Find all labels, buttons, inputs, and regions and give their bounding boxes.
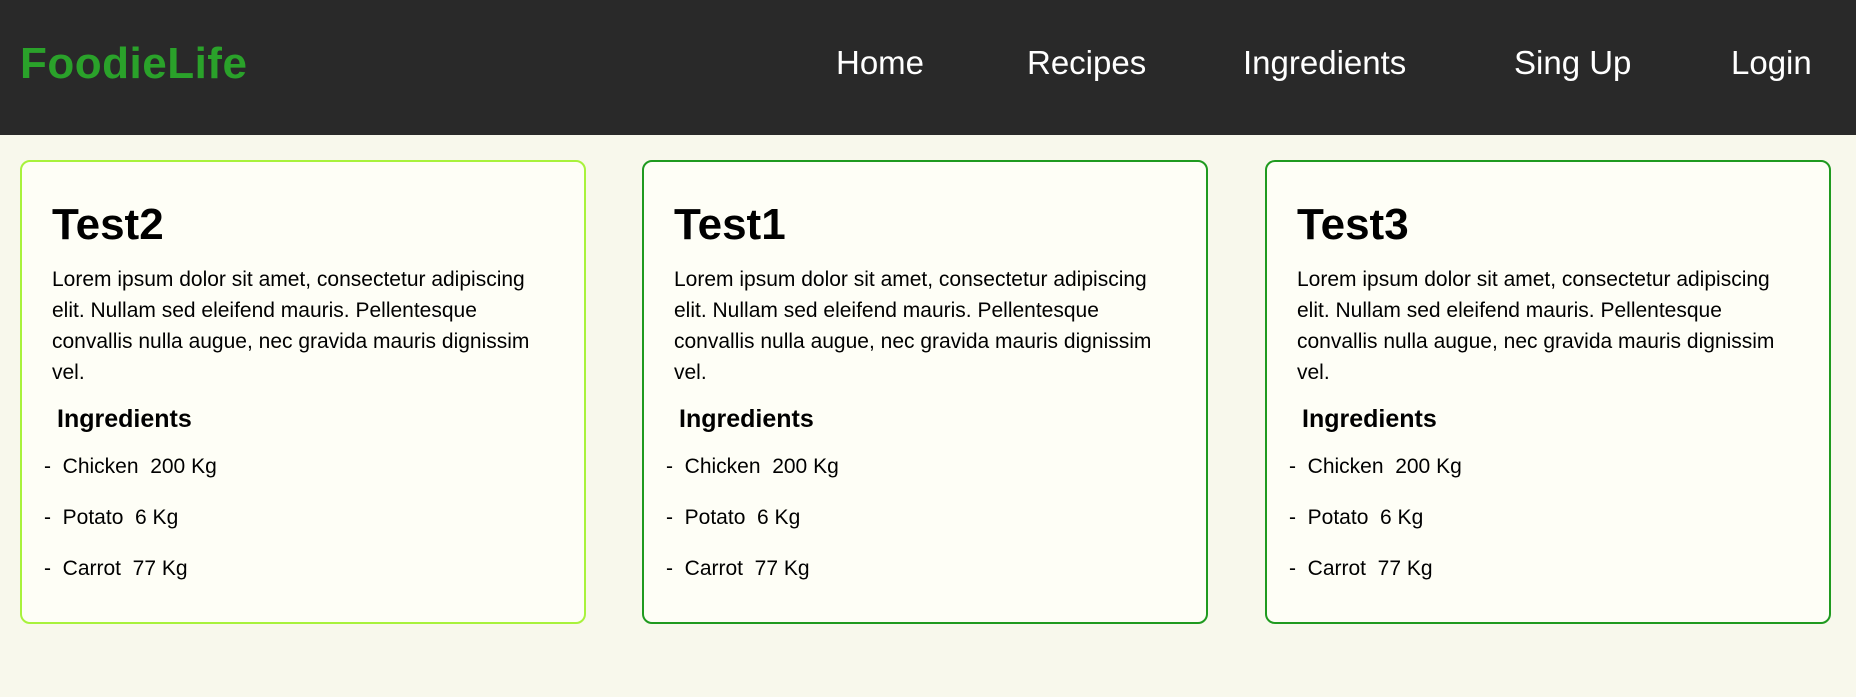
ingredient-item: - Carrot 77 Kg (44, 557, 188, 580)
nav-link-sign-up[interactable]: Sing Up (1514, 40, 1631, 86)
ingredient-item: - Potato 6 Kg (44, 506, 179, 529)
navbar: FoodieLife Home Recipes Ingredients Sing… (0, 0, 1856, 135)
recipe-title: Test2 (52, 200, 164, 249)
ingredients-heading: Ingredients (679, 405, 814, 433)
ingredient-item: - Potato 6 Kg (666, 506, 801, 529)
ingredient-item: - Carrot 77 Kg (666, 557, 810, 580)
ingredient-item: - Chicken 200 Kg (44, 455, 217, 478)
recipe-description: Lorem ipsum dolor sit amet, consectetur … (1297, 268, 1775, 384)
recipe-title: Test3 (1297, 200, 1409, 249)
ingredient-list: - Chicken 200 Kg - Potato 6 Kg - Carrot … (44, 452, 217, 605)
ingredient-item: - Chicken 200 Kg (666, 455, 839, 478)
recipe-card[interactable]: Test2 Lorem ipsum dolor sit amet, consec… (20, 160, 586, 624)
ingredients-heading: Ingredients (1302, 405, 1437, 433)
nav-link-login[interactable]: Login (1731, 40, 1812, 86)
ingredient-list: - Chicken 200 Kg - Potato 6 Kg - Carrot … (666, 452, 839, 605)
nav-link-home[interactable]: Home (836, 40, 924, 86)
recipe-description: Lorem ipsum dolor sit amet, consectetur … (52, 268, 530, 384)
ingredient-item: - Chicken 200 Kg (1289, 455, 1462, 478)
nav-link-recipes[interactable]: Recipes (1027, 40, 1146, 86)
recipe-card[interactable]: Test3 Lorem ipsum dolor sit amet, consec… (1265, 160, 1831, 624)
recipe-description: Lorem ipsum dolor sit amet, consectetur … (674, 268, 1152, 384)
ingredients-heading: Ingredients (57, 405, 192, 433)
nav-link-ingredients[interactable]: Ingredients (1243, 40, 1406, 86)
recipe-card[interactable]: Test1 Lorem ipsum dolor sit amet, consec… (642, 160, 1208, 624)
recipe-title: Test1 (674, 200, 786, 249)
ingredient-item: - Carrot 77 Kg (1289, 557, 1433, 580)
ingredient-item: - Potato 6 Kg (1289, 506, 1424, 529)
brand-logo[interactable]: FoodieLife (20, 36, 247, 92)
ingredient-list: - Chicken 200 Kg - Potato 6 Kg - Carrot … (1289, 452, 1462, 605)
